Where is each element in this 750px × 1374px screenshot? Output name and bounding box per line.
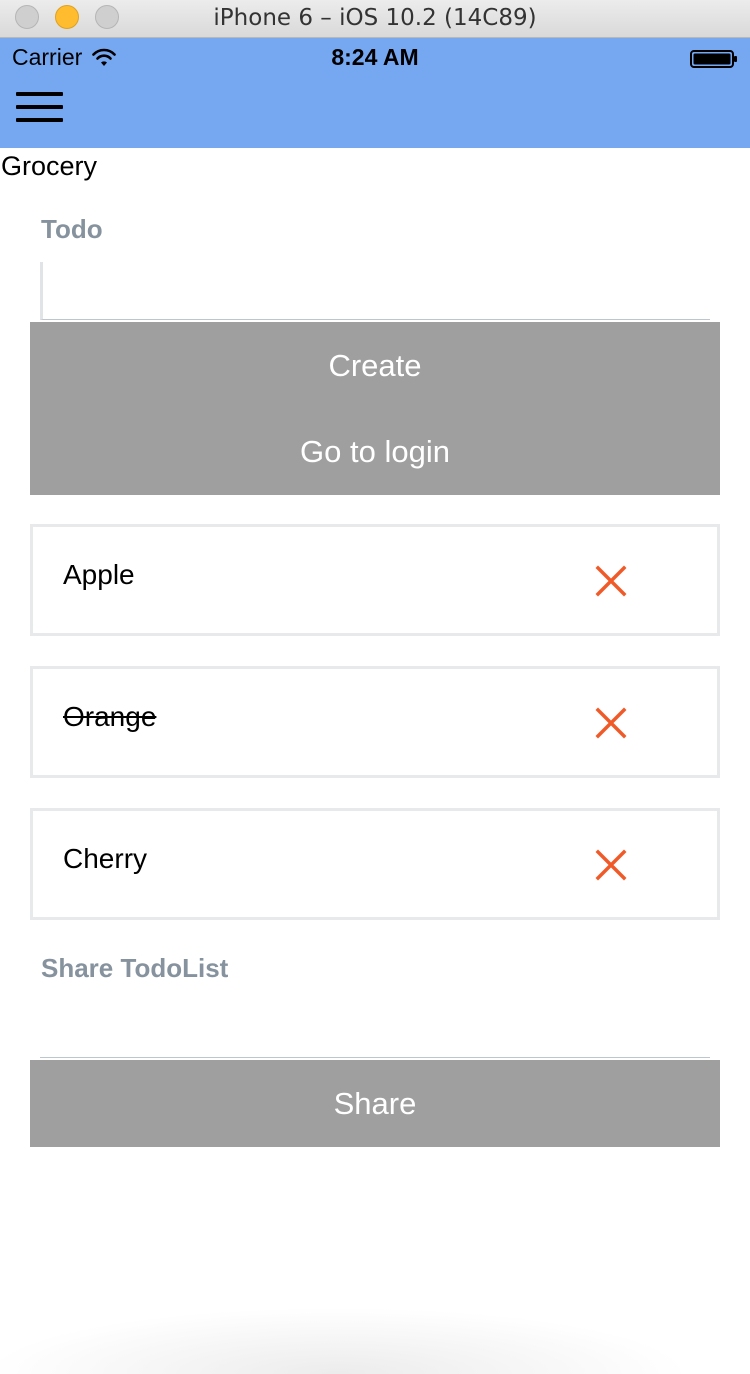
battery-icon	[690, 50, 737, 68]
share-button[interactable]: Share	[30, 1060, 720, 1147]
window-title: iPhone 6 – iOS 10.2 (14C89)	[213, 5, 537, 31]
todo-item[interactable]: Orange	[30, 666, 720, 778]
share-input[interactable]	[40, 1000, 710, 1058]
create-button[interactable]: Create	[30, 322, 720, 409]
status-carrier: Carrier	[12, 44, 117, 71]
simulator-title-bar: iPhone 6 – iOS 10.2 (14C89)	[0, 0, 750, 38]
bottom-shadow	[0, 1296, 750, 1374]
close-x-icon[interactable]	[595, 849, 627, 881]
close-x-icon[interactable]	[595, 707, 627, 739]
share-field-label: Share TodoList	[41, 953, 229, 983]
todo-item-text: Apple	[63, 559, 135, 590]
menu-bar	[16, 105, 63, 109]
go-to-login-button[interactable]: Go to login	[30, 409, 720, 495]
menu-bar	[16, 92, 63, 96]
close-x-icon[interactable]	[595, 565, 627, 597]
todo-item[interactable]: Cherry	[30, 808, 720, 920]
todo-input[interactable]	[40, 262, 710, 320]
app-header: Carrier 8:24 AM	[0, 38, 750, 148]
todo-field-label: Todo	[41, 214, 103, 244]
todo-item-text-completed: Orange	[63, 701, 157, 732]
carrier-label: Carrier	[12, 44, 83, 70]
simulator-frame: iPhone 6 – iOS 10.2 (14C89) Carrier 8:24…	[0, 0, 750, 1374]
todo-item-text: Cherry	[63, 843, 148, 874]
menu-bar	[16, 118, 63, 122]
todo-item[interactable]: Apple	[30, 524, 720, 636]
hamburger-menu-icon[interactable]	[12, 86, 68, 130]
page-title: Grocery	[1, 151, 98, 181]
wifi-icon	[92, 48, 117, 66]
